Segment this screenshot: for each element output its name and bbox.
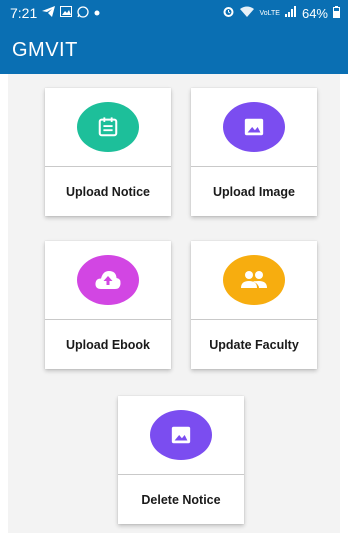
status-bar: 7:21 VoLTE 64% [0, 0, 348, 26]
status-time: 7:21 [10, 5, 38, 21]
status-left: 7:21 [10, 5, 100, 21]
upload-ebook-card[interactable]: Upload Ebook [45, 241, 171, 369]
app-title: GMVIT [12, 38, 78, 61]
alarm-icon [222, 5, 235, 21]
whatsapp-icon [77, 5, 89, 21]
image-icon [223, 102, 285, 152]
cloud-upload-icon [77, 255, 139, 305]
wifi-icon [240, 6, 255, 20]
upload-notice-label: Upload Notice [65, 184, 151, 199]
status-right: VoLTE 64% [222, 5, 340, 21]
upload-notice-card[interactable]: Upload Notice [45, 88, 171, 216]
delete-notice-label: Delete Notice [141, 492, 221, 507]
signal-icon [284, 6, 297, 20]
notification-dot-icon [94, 8, 100, 19]
battery-percent: 64% [301, 5, 328, 21]
upload-ebook-label: Upload Ebook [65, 337, 151, 352]
upload-image-card[interactable]: Upload Image [191, 88, 317, 216]
people-icon [223, 255, 285, 305]
network-label: VoLTE [259, 9, 280, 17]
image-icon [150, 410, 212, 460]
notice-icon [77, 102, 139, 152]
delete-notice-card[interactable]: Delete Notice [118, 396, 244, 524]
gallery-icon [60, 6, 73, 20]
app-bar: GMVIT [0, 26, 348, 74]
battery-icon [333, 5, 340, 21]
telegram-icon [42, 6, 56, 20]
upload-image-label: Upload Image [213, 184, 295, 199]
update-faculty-label: Update Faculty [209, 337, 299, 352]
dashboard-grid: Upload Notice Upload Image Upload Ebook [8, 74, 340, 533]
update-faculty-card[interactable]: Update Faculty [191, 241, 317, 369]
